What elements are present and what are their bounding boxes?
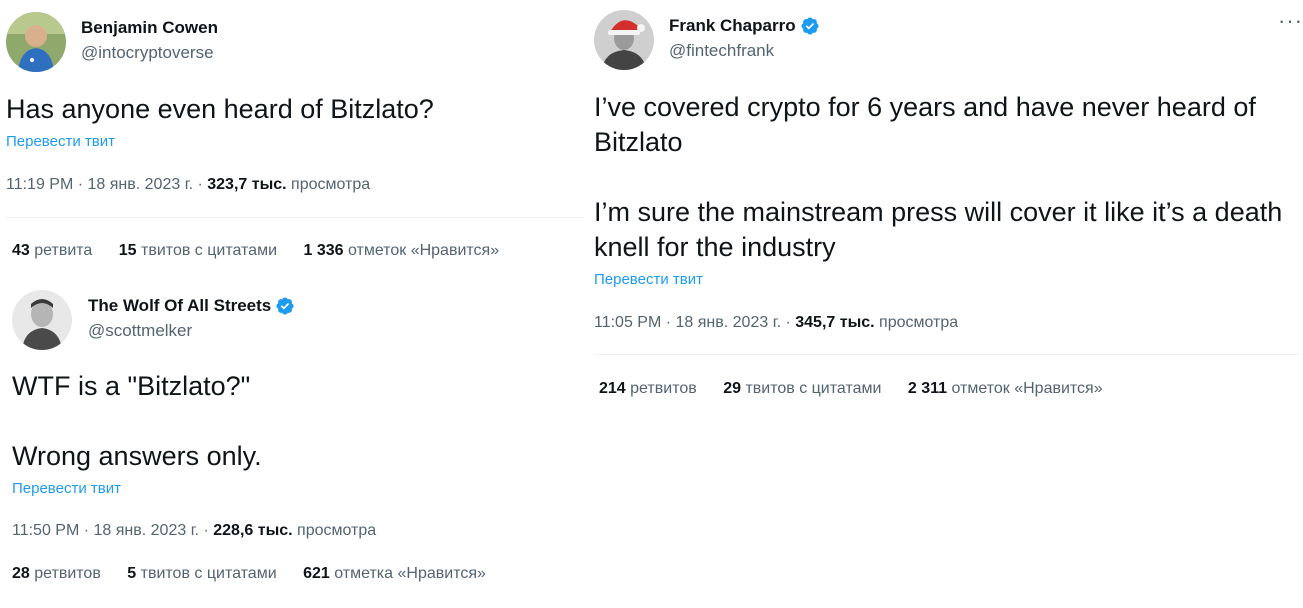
tweet-meta: 11:19 PM · 18 янв. 2023 г. · 323,7 тыс. … — [6, 176, 370, 194]
tweet-text: I’ve covered crypto for 6 years and have… — [594, 92, 1283, 262]
tweet-stats: 214 ретвитов 29 твитов с цитатами 2 311 … — [599, 380, 1125, 398]
retweets-stat[interactable]: 43 ретвита — [12, 242, 92, 259]
verified-badge-icon — [276, 297, 294, 315]
more-horizontal-icon[interactable]: ··· — [1278, 8, 1303, 34]
likes-stat[interactable]: 621 отметка «Нравится» — [303, 565, 486, 582]
views-label: просмотра — [291, 176, 371, 193]
author-name[interactable]: The Wolf Of All Streets — [88, 296, 295, 316]
author-handle[interactable]: @intocryptoverse — [81, 43, 214, 63]
quotes-stat[interactable]: 29 твитов с цитатами — [723, 380, 881, 397]
author-name[interactable]: Benjamin Cowen — [81, 18, 218, 38]
tweet-text: WTF is a "Bitzlato?" Wrong answers only. — [12, 371, 262, 471]
divider — [594, 354, 1299, 355]
tweet-timestamp[interactable]: 11:50 PM · 18 янв. 2023 г. · — [12, 522, 209, 539]
views-count: 345,7 тыс. — [795, 314, 875, 331]
tweet-text: Has anyone even heard of Bitzlato? — [6, 94, 434, 124]
translate-link[interactable]: Перевести твит — [594, 271, 703, 288]
translate-link[interactable]: Перевести твит — [12, 480, 121, 497]
author-name[interactable]: Frank Chaparro — [669, 16, 820, 36]
retweets-stat[interactable]: 214 ретвитов — [599, 380, 697, 397]
views-count: 323,7 тыс. — [207, 176, 287, 193]
views-label: просмотра — [297, 522, 377, 539]
tweet-meta: 11:50 PM · 18 янв. 2023 г. · 228,6 тыс. … — [12, 522, 376, 540]
retweets-stat[interactable]: 28 ретвитов — [12, 565, 101, 582]
likes-stat[interactable]: 1 336 отметок «Нравится» — [303, 242, 499, 259]
views-count: 228,6 тыс. — [213, 522, 293, 539]
tweet-stats: 43 ретвита 15 твитов с цитатами 1 336 от… — [12, 242, 521, 260]
tweet-timestamp[interactable]: 11:19 PM · 18 янв. 2023 г. · — [6, 176, 203, 193]
tweet-meta: 11:05 PM · 18 янв. 2023 г. · 345,7 тыс. … — [594, 314, 958, 332]
views-label: просмотра — [879, 314, 959, 331]
divider — [6, 217, 584, 218]
quotes-stat[interactable]: 5 твитов с цитатами — [127, 565, 276, 582]
quotes-stat[interactable]: 15 твитов с цитатами — [119, 242, 277, 259]
avatar[interactable] — [12, 290, 72, 350]
verified-badge-icon — [801, 17, 819, 35]
avatar[interactable] — [594, 10, 654, 70]
translate-link[interactable]: Перевести твит — [6, 133, 115, 150]
author-handle[interactable]: @fintechfrank — [669, 41, 774, 61]
avatar[interactable] — [6, 12, 66, 72]
likes-stat[interactable]: 2 311 отметок «Нравится» — [908, 380, 1103, 397]
author-handle[interactable]: @scottmelker — [88, 321, 192, 341]
tweet-timestamp[interactable]: 11:05 PM · 18 янв. 2023 г. · — [594, 314, 791, 331]
tweet-stats: 28 ретвитов 5 твитов с цитатами 621 отме… — [12, 565, 508, 583]
